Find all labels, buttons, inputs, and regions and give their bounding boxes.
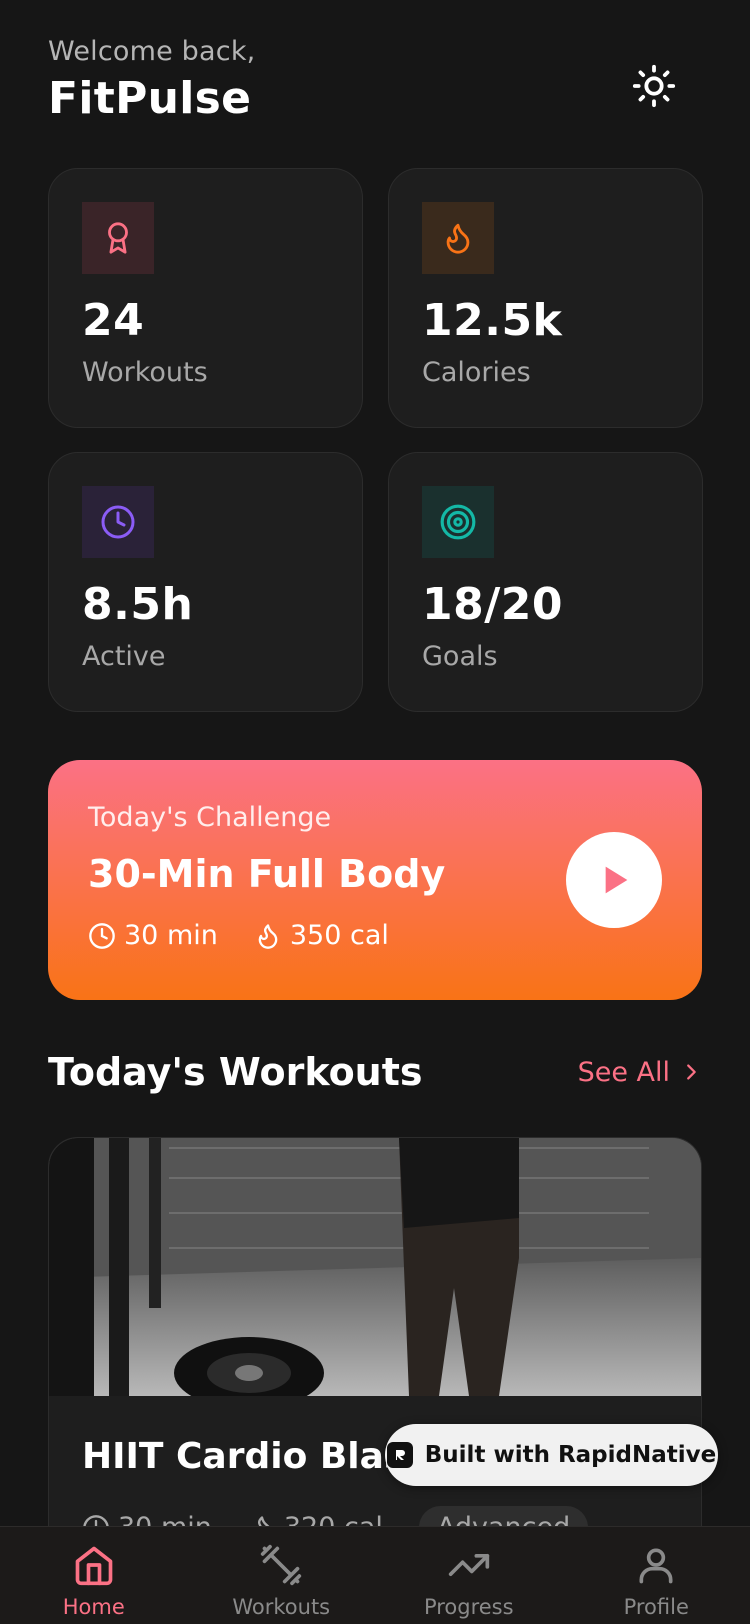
- tab-progress[interactable]: Progress: [375, 1527, 563, 1624]
- stat-label: Calories: [422, 357, 531, 388]
- bottom-tab-bar: Home Workouts Progress Profile: [0, 1526, 750, 1624]
- stat-card-active[interactable]: 8.5h Active: [48, 452, 363, 712]
- clock-icon: [82, 486, 154, 558]
- play-button[interactable]: [566, 832, 662, 928]
- tab-home[interactable]: Home: [0, 1527, 188, 1624]
- see-all-link[interactable]: See All: [578, 1057, 702, 1088]
- trending-up-icon: [448, 1554, 489, 1576]
- user-icon: [639, 1548, 673, 1584]
- stat-value: 8.5h: [82, 579, 194, 630]
- stat-value: 18/20: [422, 579, 564, 630]
- stat-value: 24: [82, 295, 145, 346]
- award-icon: [82, 202, 154, 274]
- stat-label: Workouts: [82, 357, 208, 388]
- theme-toggle-button[interactable]: [630, 62, 678, 110]
- target-icon: [422, 486, 494, 558]
- dumbbell-icon: [261, 1544, 302, 1586]
- tab-workouts[interactable]: Workouts: [188, 1527, 376, 1624]
- flame-icon: [422, 202, 494, 274]
- play-icon: [605, 866, 628, 894]
- stat-label: Goals: [422, 641, 498, 672]
- challenge-subtitle: Today's Challenge: [88, 802, 332, 833]
- sun-icon: [632, 64, 676, 108]
- tab-label: Home: [62, 1595, 125, 1619]
- built-with-badge[interactable]: Built with RapidNative: [385, 1424, 718, 1486]
- chevron-right-icon: [687, 1064, 696, 1080]
- challenge-title: 30-Min Full Body: [88, 852, 446, 896]
- app-title: FitPulse: [48, 73, 252, 124]
- workout-name: HIIT Cardio Blast: [82, 1436, 423, 1477]
- workout-image: [49, 1138, 701, 1396]
- stat-card-workouts[interactable]: 24 Workouts: [48, 168, 363, 428]
- rapidnative-logo-icon: [386, 1442, 413, 1468]
- tab-label: Profile: [623, 1595, 689, 1619]
- built-with-label: Built with RapidNative: [424, 1442, 717, 1468]
- stat-label: Active: [82, 641, 166, 672]
- challenge-duration: 30 min: [124, 920, 218, 951]
- tab-profile[interactable]: Profile: [563, 1527, 750, 1624]
- todays-challenge-card[interactable]: Today's Challenge 30-Min Full Body 30 mi…: [48, 760, 702, 1000]
- home-icon: [75, 1546, 113, 1586]
- challenge-meta: 30 min 350 cal: [88, 920, 425, 951]
- header: Welcome back, FitPulse: [48, 36, 255, 124]
- tab-label: Progress: [423, 1595, 514, 1619]
- challenge-calories: 350 cal: [289, 920, 389, 951]
- tab-label: Workouts: [232, 1595, 331, 1619]
- welcome-text: Welcome back,: [48, 36, 256, 67]
- todays-workouts-header: Today's Workouts See All: [48, 1050, 702, 1094]
- stat-card-goals[interactable]: 18/20 Goals: [388, 452, 703, 712]
- clock-icon: [89, 922, 115, 949]
- flame-icon: [258, 923, 278, 949]
- stat-value: 12.5k: [422, 295, 563, 346]
- stat-card-calories[interactable]: 12.5k Calories: [388, 168, 703, 428]
- see-all-label: See All: [577, 1056, 670, 1088]
- section-title: Today's Workouts: [48, 1050, 423, 1094]
